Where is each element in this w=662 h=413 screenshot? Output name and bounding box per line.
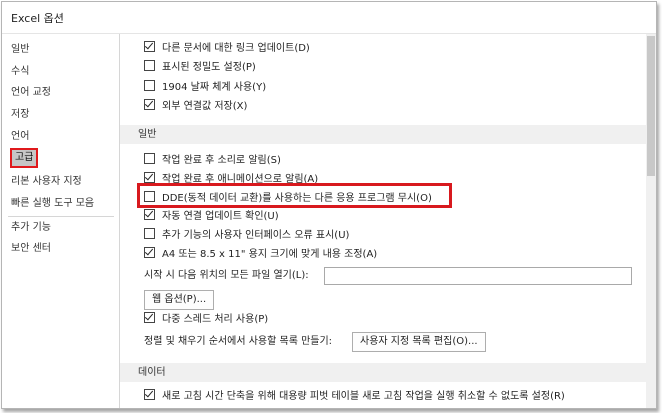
sidebar-item-quick-access-toolbar[interactable]: 빠른 실행 도구 모음 [11,195,94,213]
option-label: 외부 연결값 저장(X) [162,101,248,112]
checkbox[interactable] [144,247,155,258]
sidebar-item-advanced[interactable]: 고급 [10,148,39,168]
option-show-addin-ui-errors[interactable]: 추가 기능의 사용자 인터페이스 오류 표시(U) [144,228,349,244]
option-label: 새로 고침 시간 단축을 위해 대용량 피벗 테이블 새로 고침 작업을 실행 … [162,391,565,402]
option-label: DDE(동적 데이터 교환)를 사용하는 다른 응용 프로그램 무시(O) [162,193,432,204]
option-label: A4 또는 8.5 x 11" 용지 크기에 맞게 내용 조정(A) [162,249,378,260]
checkbox[interactable] [144,80,155,91]
scrollbar-thumb[interactable] [647,36,655,176]
excel-options-dialog: Excel 옵션 일반 수식 언어 교정 저장 언어 고급 리본 사용자 지정 … [1,1,657,409]
sidebar-item-general[interactable]: 일반 [11,41,29,59]
sidebar-item-proofing[interactable]: 언어 교정 [11,84,51,102]
option-label: 1904 날짜 체계 사용(Y) [162,82,267,93]
checkbox[interactable] [144,209,155,220]
checkbox[interactable] [144,312,155,323]
option-multithread[interactable]: 다중 스레드 처리 사용(P) [144,312,268,328]
option-1904-date-system[interactable]: 1904 날짜 체계 사용(Y) [144,80,266,96]
option-animation-feedback[interactable]: 작업 완료 후 애니메이션으로 알림(A) [144,172,318,188]
sidebar-item-add-ins[interactable]: 추가 기능 [11,219,51,237]
option-label: 작업 완료 후 애니메이션으로 알림(A) [162,174,319,185]
option-disable-pivot-undo[interactable]: 새로 고침 시간 단축을 위해 대용량 피벗 테이블 새로 고침 작업을 실행 … [144,389,565,405]
checkbox[interactable] [144,41,155,52]
checkbox[interactable] [144,172,155,183]
startup-folder-input[interactable] [324,267,632,285]
checkbox[interactable] [144,153,155,164]
option-update-links[interactable]: 다른 문서에 대한 링크 업데이트(D) [144,41,310,57]
sidebar-item-save[interactable]: 저장 [11,106,29,124]
checkbox[interactable] [144,60,155,71]
startup-folder-label: 시작 시 다음 위치의 모든 파일 열기(L): [144,270,309,281]
sidebar-item-formulas[interactable]: 수식 [11,63,29,81]
option-label: 작업 완료 후 소리로 알림(S) [162,155,281,166]
option-ignore-dde[interactable]: DDE(동적 데이터 교환)를 사용하는 다른 응용 프로그램 무시(O) [144,191,432,207]
checkbox[interactable] [144,99,155,110]
option-set-precision[interactable]: 표시된 정밀도 설정(P) [144,60,256,76]
option-save-external-link-values[interactable]: 외부 연결값 저장(X) [144,99,247,115]
checkbox[interactable] [144,191,155,202]
option-scale-paper-size[interactable]: A4 또는 8.5 x 11" 용지 크기에 맞게 내용 조정(A) [144,247,377,263]
sidebar-item-trust-center[interactable]: 보안 센터 [11,240,51,258]
option-sound-feedback[interactable]: 작업 완료 후 소리로 알림(S) [144,153,281,169]
advanced-options-panel: 다른 문서에 대한 링크 업데이트(D) 표시된 정밀도 설정(P) 1904 … [120,34,656,408]
checkbox[interactable] [144,228,155,239]
option-ask-update-links[interactable]: 자동 연결 업데이트 확인(U) [144,209,279,225]
option-label: 다른 문서에 대한 링크 업데이트(D) [162,43,310,54]
option-label: 추가 기능의 사용자 인터페이스 오류 표시(U) [162,230,350,241]
web-options-button[interactable]: 웹 옵션(P)... [144,290,215,310]
section-header-general: 일반 [120,125,646,144]
edit-custom-lists-button[interactable]: 사용자 지정 목록 편집(O)... [352,332,486,352]
vertical-scrollbar[interactable] [646,34,656,408]
section-header-data: 데이터 [120,363,646,382]
title-bar: Excel 옵션 [2,2,656,34]
option-label: 다중 스레드 처리 사용(P) [162,314,269,325]
sort-fill-label: 정렬 및 채우기 순서에서 사용할 목록 만들기: [144,336,333,347]
sidebar-divider [8,216,114,217]
sidebar-item-customize-ribbon[interactable]: 리본 사용자 지정 [11,173,82,191]
option-label: 표시된 정밀도 설정(P) [162,62,256,73]
option-label: 자동 연결 업데이트 확인(U) [162,211,279,222]
checkbox[interactable] [144,389,155,400]
window-title: Excel 옵션 [11,12,64,25]
sidebar: 일반 수식 언어 교정 저장 언어 고급 리본 사용자 지정 빠른 실행 도구 … [2,34,120,408]
sidebar-item-language[interactable]: 언어 [11,128,29,146]
